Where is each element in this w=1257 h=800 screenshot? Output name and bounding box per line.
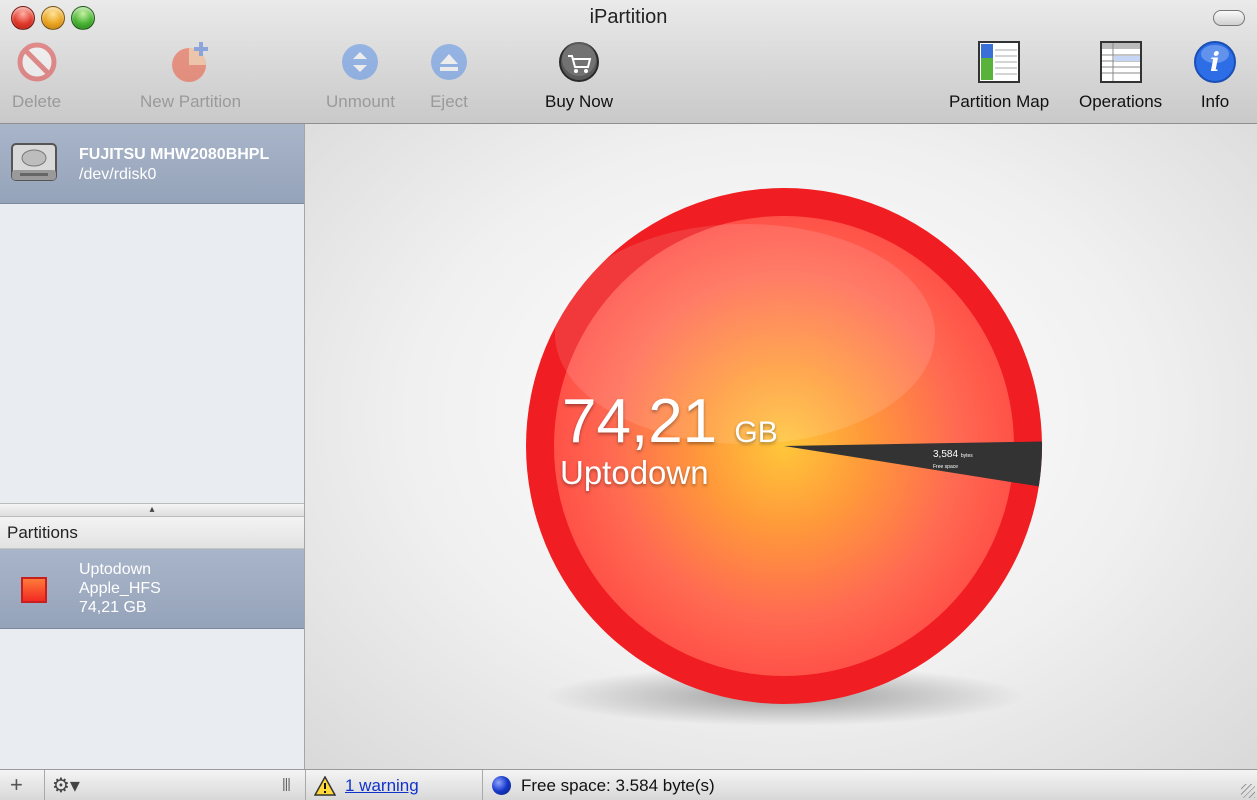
partition-color-swatch: [21, 577, 47, 603]
status-bar: + ⚙▾ ||| 1 warning Free space: 3.584 byt…: [0, 769, 1257, 800]
free-slice-unit: bytes: [960, 453, 973, 459]
unmount-button[interactable]: Unmount: [326, 40, 395, 112]
disk-device-path: /dev/rdisk0: [79, 166, 157, 183]
sidebar-resize-grip-icon[interactable]: |||: [282, 775, 291, 791]
hard-drive-icon: [10, 140, 58, 186]
free-slice-text: Free space: [933, 464, 959, 470]
partitions-header: Partitions: [0, 517, 304, 549]
status-divider: [482, 770, 483, 800]
partition-pie-chart: [526, 188, 1043, 726]
partition-list-item[interactable]: Uptodown Apple_HFS 74,21 GB: [0, 549, 304, 629]
new-partition-label: New Partition: [140, 92, 242, 111]
info-button[interactable]: i Info: [1193, 40, 1237, 112]
delete-icon: [15, 40, 59, 84]
new-partition-button[interactable]: New Partition: [140, 40, 241, 112]
status-divider: [44, 770, 45, 800]
pie-size-value: 74,21: [562, 387, 718, 456]
free-space-slice-label: 3,584 bytes Free space: [933, 450, 973, 472]
info-label: Info: [1200, 92, 1230, 111]
warning-icon: [313, 775, 337, 800]
partition-size: 74,21 GB: [79, 599, 147, 616]
svg-text:i: i: [1210, 48, 1220, 78]
partition-map-label: Partition Map: [949, 92, 1050, 111]
unmount-label: Unmount: [326, 92, 395, 111]
free-slice-value: 3,584: [933, 449, 959, 460]
operations-label: Operations: [1079, 92, 1163, 111]
eject-button[interactable]: Eject: [427, 40, 471, 112]
eject-label: Eject: [430, 92, 468, 111]
free-space-status: Free space: 3.584 byte(s): [521, 776, 715, 795]
unmount-icon: [338, 40, 382, 84]
buy-now-button[interactable]: Buy Now: [545, 40, 613, 112]
disk-name: FUJITSU MHW2080BHPL: [79, 146, 270, 163]
gear-menu-icon[interactable]: ⚙▾: [52, 773, 80, 798]
pie-size-unit: GB: [734, 416, 778, 449]
buy-now-label: Buy Now: [545, 92, 614, 111]
partition-chart-area: 74,21 GB Uptodown 3,584 bytes Free space: [305, 124, 1257, 769]
partition-map-icon: [977, 40, 1021, 84]
new-partition-icon: [169, 40, 213, 84]
status-divider: [305, 770, 306, 800]
eject-icon: [427, 40, 471, 84]
pie-center-size: 74,21 GB: [562, 386, 778, 457]
add-icon[interactable]: +: [10, 772, 23, 798]
operations-button[interactable]: Operations: [1079, 40, 1162, 112]
partition-type: Apple_HFS: [79, 580, 161, 597]
free-space-globe-icon: [492, 776, 511, 795]
window-title: iPartition: [589, 6, 668, 28]
info-icon: i: [1193, 40, 1237, 84]
partition-name: Uptodown: [79, 561, 152, 578]
sidebar: FUJITSU MHW2080BHPL /dev/rdisk0 ▴ Partit…: [0, 124, 305, 769]
window-toolbar: iPartition Delete New Partition Unmount …: [0, 0, 1257, 124]
partition-map-button[interactable]: Partition Map: [949, 40, 1049, 112]
disk-list-item[interactable]: FUJITSU MHW2080BHPL /dev/rdisk0: [0, 124, 304, 204]
operations-icon: [1099, 40, 1143, 84]
window-resize-grip-icon[interactable]: [1241, 784, 1255, 798]
pie-center-name: Uptodown: [560, 454, 709, 491]
toolbar-toggle-button[interactable]: [1213, 10, 1245, 26]
delete-button[interactable]: Delete: [12, 40, 61, 112]
warning-link[interactable]: 1 warning: [345, 776, 419, 796]
sidebar-splitter[interactable]: ▴: [0, 503, 304, 517]
delete-label: Delete: [12, 92, 62, 111]
shopping-cart-icon: [557, 40, 601, 84]
